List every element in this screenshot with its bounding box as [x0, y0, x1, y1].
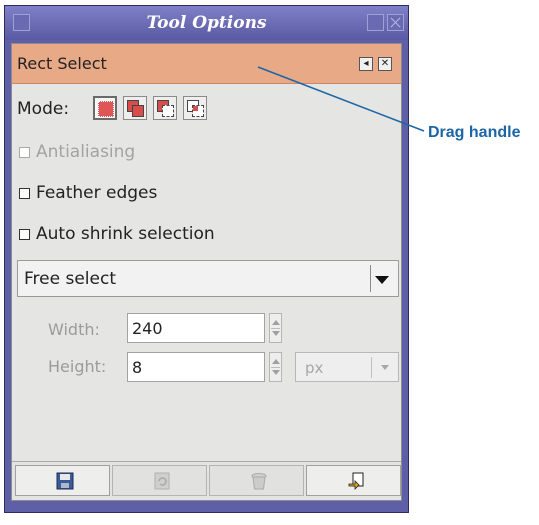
- drag-handle-annotation: Drag handle: [428, 124, 521, 141]
- callout-leader-line: [257, 66, 425, 132]
